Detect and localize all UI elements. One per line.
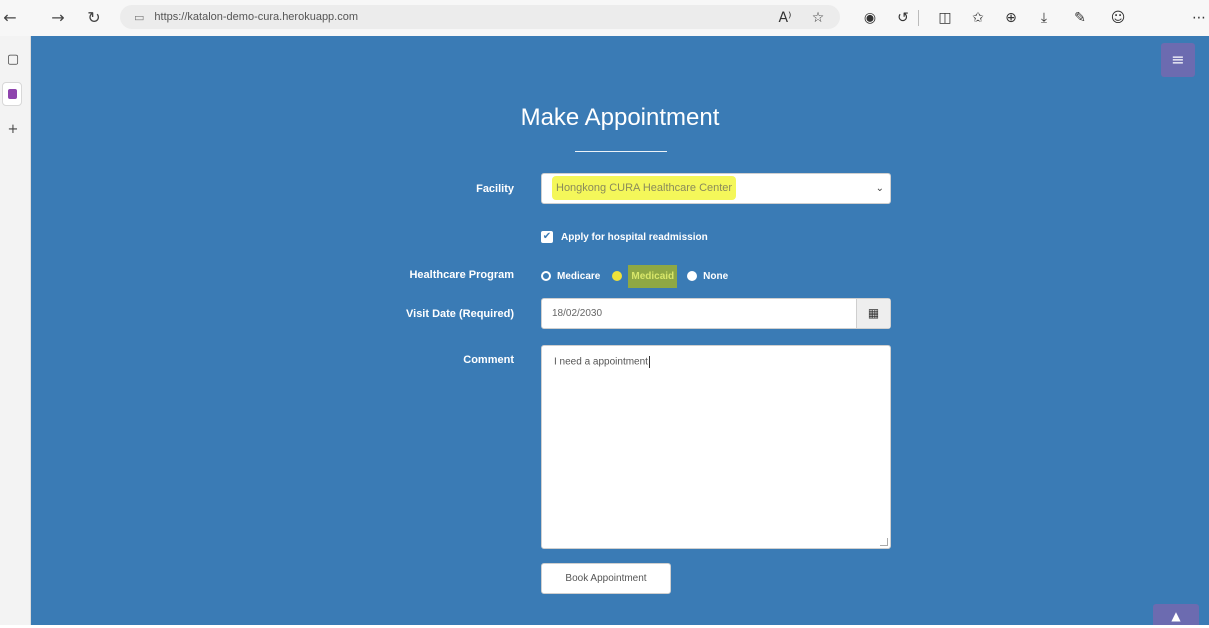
medicare-radio[interactable] — [541, 271, 551, 281]
refresh-icon[interactable]: ↻ — [84, 8, 104, 28]
comment-textarea[interactable]: I need a appointment — [541, 345, 891, 549]
comment-value[interactable]: I need a appointment — [554, 357, 648, 368]
readmission-checkbox[interactable]: ✔ — [541, 231, 553, 243]
page-title: Make Appointment — [520, 104, 720, 131]
sync-icon[interactable]: ↺ — [893, 8, 913, 28]
program-label: Healthcare Program — [409, 269, 514, 281]
url-text[interactable]: https://katalon-demo-cura.herokuapp.com — [154, 11, 358, 23]
new-tab-icon[interactable]: + — [5, 122, 21, 138]
collections-icon[interactable]: ⊕ — [1001, 8, 1021, 28]
facility-selected-value: Hongkong CURA Healthcare Center — [552, 176, 737, 200]
medicaid-radio[interactable] — [612, 271, 623, 281]
visit-date-label: Visit Date (Required) — [406, 308, 514, 320]
forward-icon[interactable]: → — [48, 8, 68, 28]
medicare-label[interactable]: Medicare — [557, 271, 600, 282]
address-bar[interactable]: ▭ https://katalon-demo-cura.herokuapp.co… — [120, 5, 840, 29]
browser-essentials-icon[interactable]: ✎ — [1070, 8, 1090, 28]
back-icon[interactable]: ← — [0, 8, 20, 28]
title-divider — [575, 151, 667, 152]
resize-handle-icon[interactable] — [880, 538, 888, 546]
none-radio[interactable] — [687, 271, 698, 281]
book-appointment-button[interactable]: Book Appointment — [541, 563, 671, 594]
downloads-icon[interactable]: ⤓ — [1034, 8, 1054, 28]
favorite-icon[interactable]: ☆ — [808, 8, 828, 28]
vertical-tab-strip: ▢ + — [0, 36, 31, 625]
visit-date-input[interactable]: 18/02/2030 ▦ — [541, 298, 891, 329]
tab-actions-icon[interactable]: ▢ — [5, 52, 21, 68]
split-screen-icon[interactable]: ◫ — [935, 8, 955, 28]
more-menu-icon[interactable]: ⋯ — [1189, 8, 1209, 28]
medicaid-label[interactable]: Medicaid — [628, 264, 678, 288]
comment-label: Comment — [463, 354, 514, 366]
active-tab[interactable] — [2, 82, 22, 106]
toolbar-divider — [918, 10, 919, 26]
chevron-down-icon: ⌄ — [875, 183, 884, 194]
page-content: ≡ Make Appointment Facility Hongkong CUR… — [31, 36, 1209, 625]
hamburger-icon: ≡ — [1171, 50, 1185, 69]
site-info-icon[interactable]: ▭ — [134, 11, 144, 24]
visit-date-value[interactable]: 18/02/2030 — [552, 308, 602, 319]
facility-label: Facility — [476, 183, 514, 195]
tab-favicon-icon — [8, 89, 17, 99]
menu-toggle-button[interactable]: ≡ — [1161, 43, 1195, 77]
extension-icon[interactable]: ◉ — [860, 8, 880, 28]
browser-toolbar: ← → ↻ ▭ https://katalon-demo-cura.heroku… — [0, 0, 1209, 36]
text-cursor — [648, 356, 650, 368]
calendar-icon[interactable]: ▦ — [856, 299, 890, 328]
profile-icon[interactable]: ☺ — [1108, 8, 1128, 28]
read-aloud-icon[interactable]: A⁾ — [775, 8, 795, 28]
favorites-icon[interactable]: ✩ — [968, 8, 988, 28]
readmission-option[interactable]: ✔ Apply for hospital readmission — [541, 229, 708, 245]
scroll-to-top-button[interactable]: ▲ — [1153, 604, 1199, 625]
none-label[interactable]: None — [703, 271, 728, 282]
facility-select[interactable]: Hongkong CURA Healthcare Center ⌄ — [541, 173, 891, 204]
readmission-label[interactable]: Apply for hospital readmission — [561, 232, 708, 243]
program-radio-group: Medicare Medicaid None — [541, 264, 740, 288]
chevron-up-icon: ▲ — [1171, 609, 1181, 623]
